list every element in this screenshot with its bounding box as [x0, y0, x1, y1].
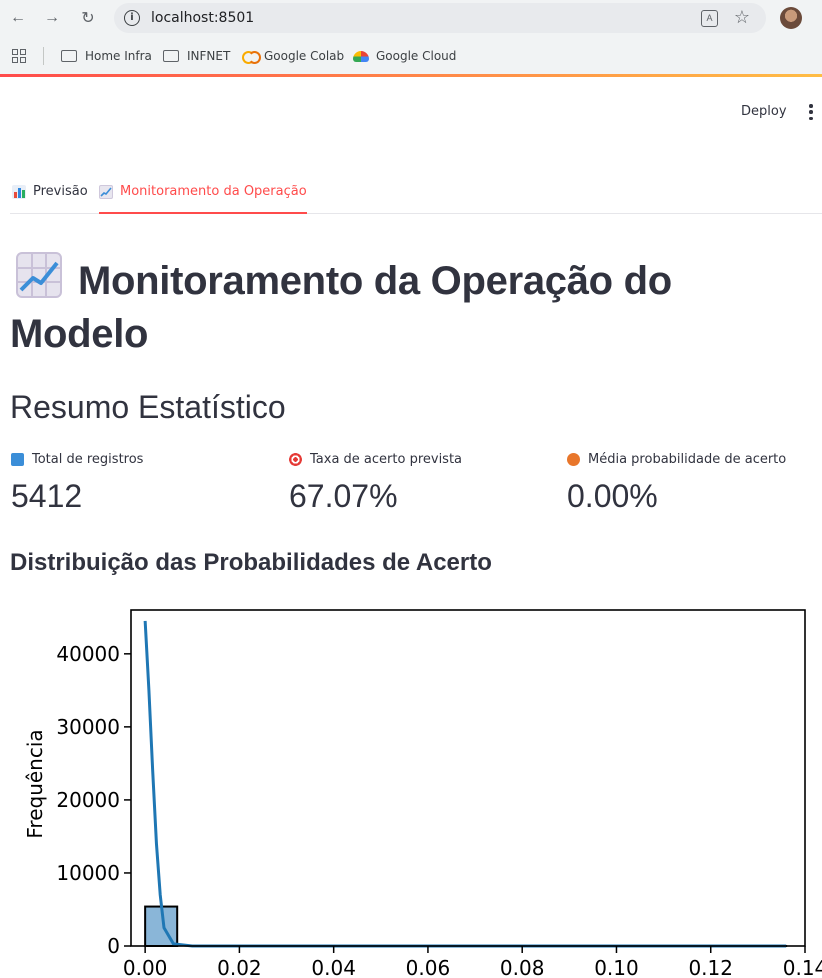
x-tick-label: 0.00: [123, 956, 168, 978]
folder-icon: [163, 50, 179, 62]
bookmarks-bar: Home Infra INFNET Google Colab Google Cl…: [0, 38, 822, 74]
colab-icon: [242, 51, 261, 64]
address-bar[interactable]: i localhost:8501 A ☆: [114, 3, 766, 33]
metric-label: Média probabilidade de acerto: [588, 451, 787, 467]
x-tick-label: 0.02: [217, 956, 262, 978]
tab-monitoramento[interactable]: Monitoramento da Operação: [99, 184, 307, 214]
y-axis-label: Frequência: [23, 729, 47, 838]
x-tick-label: 0.08: [500, 956, 545, 978]
x-tick-label: 0.12: [688, 956, 733, 978]
folder-icon: [61, 50, 77, 62]
bookmark-label: Google Cloud: [376, 49, 457, 63]
metric-value: 67.07%: [289, 478, 398, 514]
chart-increasing-icon: [99, 185, 113, 199]
kde-line: [143, 620, 787, 948]
metric-label: Total de registros: [32, 451, 144, 467]
bookmark-google-colab[interactable]: Google Colab: [242, 47, 344, 65]
probability-histogram-chart: 0 10000 20000 30000 40000 0.00 0.02 0.04 0.06 0.0…: [23, 609, 822, 978]
plot-frame: [130, 609, 806, 947]
tab-label: Monitoramento da Operação: [120, 184, 307, 199]
metric-total-registros: Total de registros 5412: [11, 450, 143, 515]
metric-media-probabilidade: Média probabilidade de acerto 0.00%: [567, 450, 786, 515]
x-tick-label: 0.06: [406, 956, 451, 978]
bookmark-infnet[interactable]: INFNET: [163, 47, 230, 65]
bookmark-label: INFNET: [187, 49, 231, 63]
bookmark-home-infra[interactable]: Home Infra: [61, 47, 152, 65]
url-text: localhost:8501: [151, 10, 255, 26]
browser-toolbar: ← → ↻ i localhost:8501 A ☆: [0, 0, 822, 38]
summary-heading: Resumo Estatístico: [10, 389, 286, 425]
bookmark-star-icon[interactable]: ☆: [734, 7, 750, 28]
main-menu-icon[interactable]: [808, 104, 814, 120]
input-numbers-icon: [11, 452, 24, 466]
page-title-text: Monitoramento da Operação do Modelo: [10, 259, 672, 356]
forward-arrow-icon[interactable]: →: [40, 6, 64, 30]
bookmark-google-cloud[interactable]: Google Cloud: [353, 47, 456, 65]
back-arrow-icon[interactable]: ←: [6, 6, 30, 30]
y-tick-label: 20000: [56, 788, 120, 812]
metric-value: 5412: [11, 478, 83, 514]
reload-icon[interactable]: ↻: [76, 6, 100, 30]
x-tick-label: 0.10: [594, 956, 639, 978]
direct-hit-icon: [289, 452, 302, 466]
y-tick-label: 0: [107, 934, 120, 958]
bookmarks-divider: [43, 47, 44, 65]
x-tick-label: 0.04: [311, 956, 356, 978]
tab-previsao[interactable]: Previsão: [12, 184, 88, 214]
bookmark-label: Google Colab: [264, 49, 345, 63]
metric-label: Taxa de acerto prevista: [310, 451, 463, 467]
y-tick-label: 40000: [56, 642, 120, 666]
metric-value: 0.00%: [567, 478, 658, 514]
profile-avatar[interactable]: [780, 7, 802, 29]
bookmark-label: Home Infra: [85, 49, 152, 63]
apps-grid-icon[interactable]: [12, 49, 26, 63]
tab-bar: Previsão Monitoramento da Operação: [10, 176, 822, 214]
metric-taxa-acerto: Taxa de acerto prevista 67.07%: [289, 450, 462, 515]
deploy-button[interactable]: Deploy: [741, 104, 787, 119]
y-tick-label: 10000: [56, 861, 120, 885]
chart-increasing-icon: [16, 252, 62, 298]
tab-label: Previsão: [33, 184, 88, 199]
streamlit-decoration-bar: [0, 74, 822, 77]
bar-chart-icon: [12, 185, 26, 199]
google-cloud-icon: [353, 50, 369, 62]
site-info-icon[interactable]: i: [124, 10, 140, 26]
page-title: Monitoramento da Operação do Modelo: [10, 252, 810, 361]
x-tick-label: 0.14: [783, 956, 822, 978]
y-tick-label: 30000: [56, 715, 120, 739]
basketball-icon: [567, 452, 580, 466]
chart-heading: Distribuição das Probabilidades de Acert…: [10, 549, 492, 576]
translate-icon[interactable]: A: [701, 10, 718, 27]
